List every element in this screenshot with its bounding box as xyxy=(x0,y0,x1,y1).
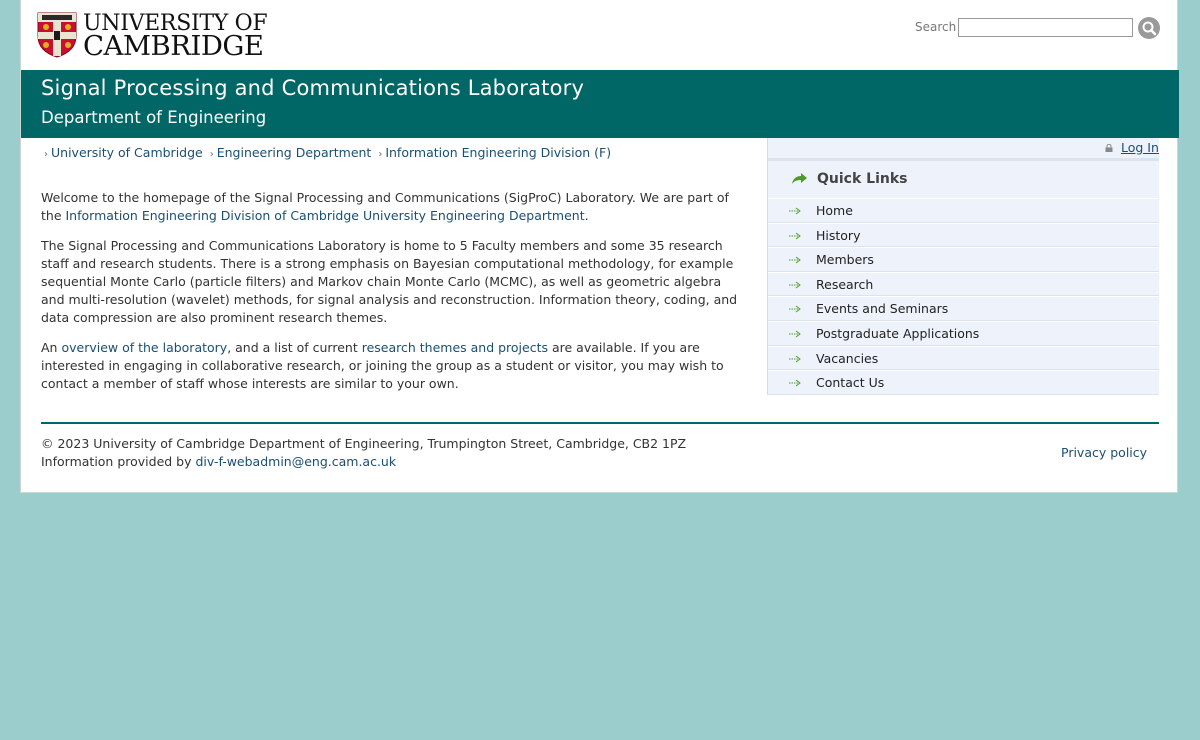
quick-link-label[interactable]: Vacancies xyxy=(816,351,878,366)
arrow-right-icon xyxy=(789,281,801,289)
privacy-policy-link[interactable]: Privacy policy xyxy=(1061,445,1147,460)
quick-link-history[interactable]: History xyxy=(768,222,1159,248)
lock-icon xyxy=(1105,144,1113,152)
intro-paragraph: Welcome to the homepage of the Signal Pr… xyxy=(41,189,739,225)
about-paragraph: The Signal Processing and Communications… xyxy=(41,238,738,325)
breadcrumb-university[interactable]: University of Cambridge xyxy=(51,145,203,160)
webadmin-email-link[interactable]: div-f-webadmin@eng.cam.ac.uk xyxy=(196,454,397,469)
search-label: Search xyxy=(915,20,957,34)
arrow-right-icon xyxy=(789,207,801,215)
search-button[interactable] xyxy=(1138,17,1160,39)
arrow-right-icon xyxy=(789,355,801,362)
quick-link-events[interactable]: Events and Seminars xyxy=(768,296,1159,321)
arrow-right-icon xyxy=(789,379,801,387)
quick-link-label[interactable]: Home xyxy=(816,203,853,218)
overview-link[interactable]: overview of the laboratory xyxy=(61,340,227,355)
quick-links-heading: Quick Links xyxy=(768,166,1159,196)
links-paragraph: An overview of the laboratory, and a lis… xyxy=(41,339,739,393)
search-input[interactable] xyxy=(958,18,1133,37)
footer-copyright: © 2023 University of Cambridge Departmen… xyxy=(41,436,687,451)
main-content: Welcome to the homepage of the Signal Pr… xyxy=(41,189,739,405)
login-link[interactable]: Log In xyxy=(1121,140,1159,155)
arrow-right-icon xyxy=(789,232,801,239)
quick-link-research[interactable]: Research xyxy=(768,271,1159,297)
quick-links-title: Quick Links xyxy=(817,171,908,187)
site-title: Signal Processing and Communications Lab… xyxy=(41,76,585,100)
magnifier-icon xyxy=(1142,21,1157,36)
quick-link-label[interactable]: Postgraduate Applications xyxy=(816,326,979,341)
breadcrumb-division[interactable]: Information Engineering Division (F) xyxy=(385,145,611,160)
arrow-right-icon xyxy=(789,256,801,264)
division-link[interactable]: Information Engineering Division of Camb… xyxy=(66,208,585,223)
provided-by-text: Information provided by xyxy=(41,454,196,469)
arrow-right-icon xyxy=(789,330,801,338)
quick-link-contact[interactable]: Contact Us xyxy=(768,370,1159,395)
breadcrumb-separator-icon: › xyxy=(44,149,48,160)
breadcrumb-separator-icon: › xyxy=(209,149,214,160)
intro-end: . xyxy=(584,208,589,223)
quick-links-list: Home History Members Research Events and… xyxy=(768,198,1159,395)
quick-link-home[interactable]: Home xyxy=(768,198,1159,223)
footer-divider xyxy=(41,422,1159,424)
site-subtitle: Department of Engineering xyxy=(41,108,267,127)
breadcrumb-engineering[interactable]: Engineering Department xyxy=(217,145,372,160)
quick-link-label[interactable]: Contact Us xyxy=(816,375,884,390)
links-text-start: An xyxy=(41,340,62,355)
green-arrow-icon xyxy=(792,173,807,184)
arrow-right-icon xyxy=(789,305,801,313)
site-banner: Signal Processing and Communications Lab… xyxy=(21,70,1179,138)
page-container: UNIVERSITY OF CAMBRIDGE Search Signal Pr… xyxy=(20,0,1179,493)
university-crest-icon xyxy=(37,12,77,58)
login-bar: Log In xyxy=(768,138,1159,161)
quick-link-members[interactable]: Members xyxy=(768,247,1159,272)
breadcrumb: › University of Cambridge › Engineering De… xyxy=(41,145,611,160)
university-logo[interactable]: UNIVERSITY OF CAMBRIDGE xyxy=(37,11,268,62)
quick-link-label[interactable]: Research xyxy=(816,277,873,292)
links-text-mid: , and a list of current xyxy=(227,340,362,355)
quick-link-label[interactable]: History xyxy=(816,228,860,243)
logo-line-2: CAMBRIDGE xyxy=(83,30,264,62)
breadcrumb-separator-icon: › xyxy=(378,149,383,160)
sidebar: Log In Quick Links Home History Members xyxy=(767,138,1159,395)
footer-provided-by: Information provided by div-f-webadmin@e… xyxy=(41,454,396,469)
quick-link-label[interactable]: Members xyxy=(816,252,874,267)
research-themes-link[interactable]: research themes and projects xyxy=(362,340,548,355)
quick-link-postgraduate[interactable]: Postgraduate Applications xyxy=(768,320,1159,346)
quick-link-label[interactable]: Events and Seminars xyxy=(816,301,948,316)
quick-link-vacancies[interactable]: Vacancies xyxy=(768,345,1159,371)
